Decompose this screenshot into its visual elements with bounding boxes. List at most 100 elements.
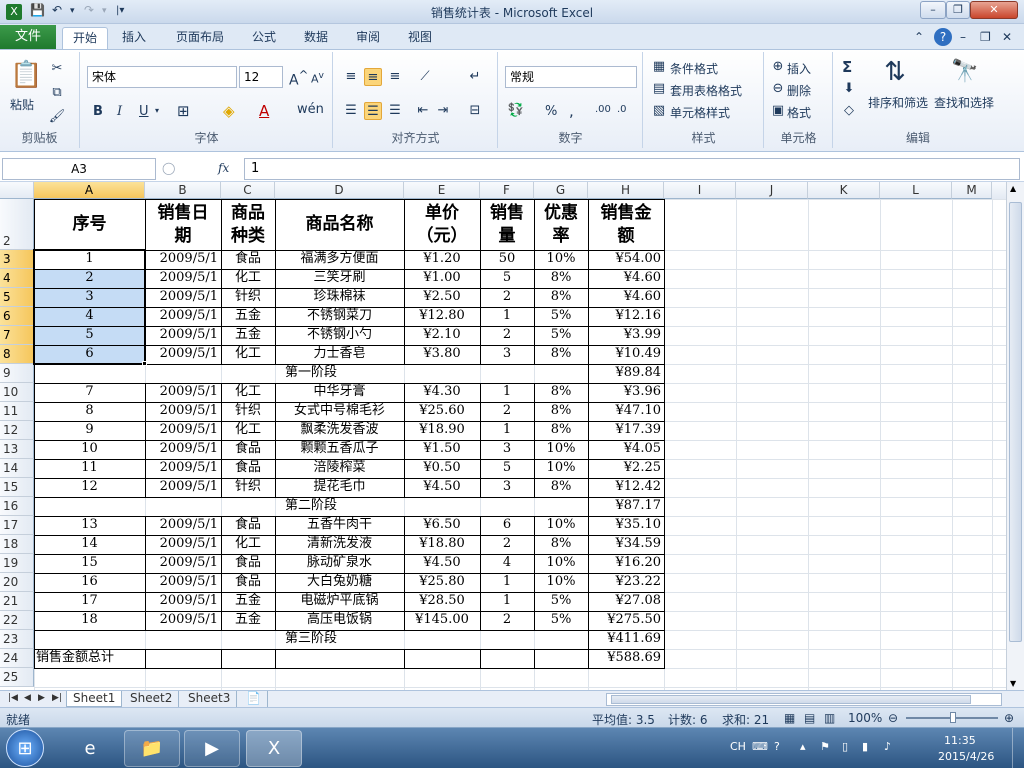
- ribbon-restore-icon[interactable]: ❐: [980, 27, 991, 49]
- align-center-icon[interactable]: ☰: [364, 102, 382, 120]
- column-header-h[interactable]: H: [588, 182, 664, 199]
- column-header-b[interactable]: B: [145, 182, 221, 199]
- row-header-4[interactable]: 4: [0, 269, 34, 288]
- horizontal-scroll-thumb[interactable]: [611, 695, 971, 704]
- ie-icon[interactable]: e: [62, 730, 118, 767]
- scroll-up-icon[interactable]: ▲: [1010, 184, 1016, 193]
- align-top-icon[interactable]: ≡: [342, 68, 360, 86]
- row-header-3[interactable]: 3: [0, 250, 34, 269]
- row-header-25[interactable]: 25: [0, 668, 34, 687]
- last-sheet-icon[interactable]: ▶|: [46, 691, 68, 707]
- row-header-2[interactable]: 2: [0, 199, 34, 250]
- row-header-17[interactable]: 17: [0, 516, 34, 535]
- underline-button[interactable]: U: [139, 104, 149, 119]
- sort-filter-button[interactable]: 排序和筛选: [868, 94, 928, 111]
- page-layout-view-icon[interactable]: ▤: [804, 711, 815, 725]
- orientation-icon[interactable]: ⟋: [416, 68, 434, 86]
- new-sheet-icon[interactable]: 📄: [240, 691, 268, 707]
- paste-icon[interactable]: 📋: [10, 58, 42, 92]
- row-header-5[interactable]: 5: [0, 288, 34, 307]
- row-header-13[interactable]: 13: [0, 440, 34, 459]
- row-header-7[interactable]: 7: [0, 326, 34, 345]
- tab-data[interactable]: 数据: [296, 27, 336, 49]
- align-middle-icon[interactable]: ≡: [364, 68, 382, 86]
- row-header-22[interactable]: 22: [0, 611, 34, 630]
- bold-button[interactable]: B: [93, 104, 103, 119]
- paste-button[interactable]: 粘贴: [10, 96, 34, 113]
- tab-formulas[interactable]: 公式: [244, 27, 284, 49]
- name-box[interactable]: A3: [2, 158, 156, 180]
- column-header-f[interactable]: F: [480, 182, 534, 199]
- zoom-level[interactable]: 100%: [848, 711, 882, 725]
- row-header-10[interactable]: 10: [0, 383, 34, 402]
- row-header-8[interactable]: 8: [0, 345, 34, 364]
- align-bottom-icon[interactable]: ≡: [386, 68, 404, 86]
- decrease-decimal-icon[interactable]: .0: [617, 104, 627, 115]
- show-desktop-button[interactable]: [1012, 728, 1024, 768]
- column-header-m[interactable]: M: [952, 182, 992, 199]
- column-header-i[interactable]: I: [664, 182, 736, 199]
- row-header-21[interactable]: 21: [0, 592, 34, 611]
- fill-color-icon[interactable]: ◈: [223, 102, 235, 120]
- clear-icon[interactable]: ◇: [840, 102, 858, 120]
- zoom-out-icon[interactable]: ⊖: [888, 711, 898, 725]
- page-break-view-icon[interactable]: ▥: [824, 711, 835, 725]
- help-icon[interactable]: ?: [934, 28, 952, 46]
- row-header-18[interactable]: 18: [0, 535, 34, 554]
- row-header-11[interactable]: 11: [0, 402, 34, 421]
- grow-font-icon[interactable]: A^: [289, 68, 308, 89]
- vertical-scrollbar[interactable]: ▲ ▼: [1006, 182, 1024, 690]
- sheet-tab-sheet2[interactable]: Sheet2: [124, 691, 180, 707]
- start-button-icon[interactable]: ⊞: [6, 729, 44, 767]
- formula-expand-icon[interactable]: ◯: [162, 161, 175, 175]
- number-format-select[interactable]: 常规: [505, 66, 637, 88]
- power-icon[interactable]: ▯: [842, 740, 848, 753]
- insert-cells-button[interactable]: 插入: [787, 60, 811, 77]
- vertical-scroll-thumb[interactable]: [1009, 202, 1022, 642]
- excel-taskbar-icon[interactable]: X: [246, 730, 302, 767]
- tab-insert[interactable]: 插入: [114, 27, 154, 49]
- column-header-l[interactable]: L: [880, 182, 952, 199]
- ribbon-minimize-icon[interactable]: –: [960, 27, 966, 49]
- row-header-14[interactable]: 14: [0, 459, 34, 478]
- format-cells-button[interactable]: 格式: [787, 104, 811, 121]
- phonetic-icon[interactable]: wén: [297, 102, 324, 117]
- zoom-in-icon[interactable]: ⊕: [1004, 711, 1014, 725]
- cut-icon[interactable]: ✂: [48, 60, 66, 78]
- row-header-16[interactable]: 16: [0, 497, 34, 516]
- row-header-9[interactable]: 9: [0, 364, 34, 383]
- minimize-button[interactable]: –: [920, 1, 946, 19]
- increase-indent-icon[interactable]: ⇥: [434, 102, 452, 120]
- tab-home[interactable]: 开始: [62, 27, 108, 49]
- keyboard-icon[interactable]: ⌨: [752, 740, 768, 753]
- clock-date[interactable]: 2015/4/26: [938, 750, 994, 763]
- shrink-font-icon[interactable]: Av: [311, 70, 324, 86]
- cell-styles-button[interactable]: 单元格样式: [670, 104, 730, 121]
- column-header-d[interactable]: D: [275, 182, 404, 199]
- flag-icon[interactable]: ⚑: [820, 740, 830, 753]
- italic-button[interactable]: I: [117, 104, 122, 119]
- fill-icon[interactable]: ⬇: [840, 80, 858, 98]
- close-button[interactable]: ✕: [970, 1, 1018, 19]
- ribbon-close-icon[interactable]: ✕: [1002, 27, 1012, 49]
- column-header-g[interactable]: G: [534, 182, 588, 199]
- row-header-19[interactable]: 19: [0, 554, 34, 573]
- sheet-tab-sheet3[interactable]: Sheet3: [182, 691, 238, 707]
- copy-icon[interactable]: ⧉: [48, 84, 66, 102]
- fill-handle[interactable]: [142, 361, 147, 366]
- tab-review[interactable]: 审阅: [348, 27, 388, 49]
- autosum-button[interactable]: Σ: [842, 58, 852, 76]
- volume-icon[interactable]: ♪: [884, 740, 891, 753]
- horizontal-scrollbar[interactable]: [606, 693, 1002, 706]
- wrap-text-icon[interactable]: ↵: [466, 68, 484, 86]
- network-icon[interactable]: ▮: [862, 740, 868, 753]
- font-color-icon[interactable]: A: [259, 102, 269, 120]
- normal-view-icon[interactable]: ▦: [784, 711, 795, 725]
- tray-arrow-icon[interactable]: ▴: [800, 740, 806, 753]
- percent-button[interactable]: %: [545, 104, 557, 119]
- row-header-12[interactable]: 12: [0, 421, 34, 440]
- row-header-23[interactable]: 23: [0, 630, 34, 649]
- clock-time[interactable]: 11:35: [944, 734, 976, 747]
- column-header-a[interactable]: A: [34, 182, 145, 199]
- row-header-15[interactable]: 15: [0, 478, 34, 497]
